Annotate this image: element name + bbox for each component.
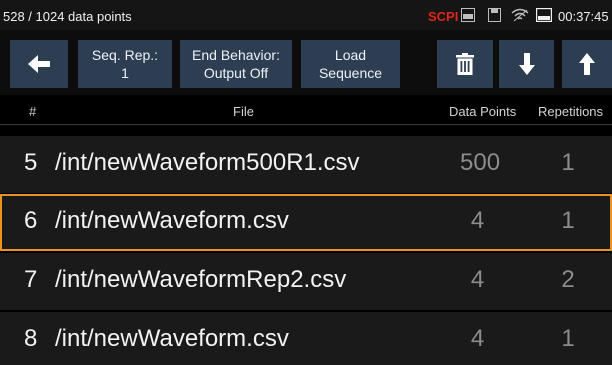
row-repetitions: 1: [561, 325, 575, 352]
end-behavior-label: End Behavior: Output Off: [192, 47, 280, 81]
arrow-left-icon: [28, 55, 50, 73]
header-divider: [0, 124, 612, 125]
load-sequence-button[interactable]: Load Sequence: [301, 40, 400, 88]
row-index: 5: [24, 149, 38, 176]
toolbar: Seq. Rep.: 1 End Behavior: Output Off Lo…: [0, 30, 612, 95]
column-header-index: #: [29, 104, 37, 119]
row-data-points: 500: [460, 149, 501, 176]
arrow-down-icon: [518, 53, 535, 75]
row-file: /int/newWaveform.csv: [55, 207, 289, 234]
table-row-selected[interactable]: 6 /int/newWaveform.csv 4 1: [0, 194, 612, 251]
end-behavior-button[interactable]: End Behavior: Output Off: [180, 40, 292, 88]
seq-rep-button[interactable]: Seq. Rep.: 1: [78, 40, 172, 88]
row-repetitions: 2: [561, 266, 575, 293]
load-sequence-label: Load Sequence: [318, 47, 383, 81]
table-row[interactable]: 7 /int/newWaveformRep2.csv 4 2: [0, 253, 612, 310]
table-header: # File Data Points Repetitions: [0, 100, 612, 124]
move-down-button[interactable]: [499, 40, 554, 88]
table-row[interactable]: 8 /int/newWaveform.csv 4 1: [0, 312, 612, 365]
row-index: 6: [24, 207, 38, 234]
scpi-indicator: SCPI: [428, 9, 459, 24]
row-data-points: 4: [470, 325, 485, 352]
row-repetitions: 1: [561, 207, 575, 234]
row-file: /int/newWaveformRep2.csv: [55, 266, 347, 293]
usb-icon: [536, 8, 552, 22]
row-data-points: 4: [470, 266, 485, 293]
row-index: 8: [24, 325, 38, 352]
row-file: /int/newWaveform500R1.csv: [55, 149, 360, 176]
column-header-data-points: Data Points: [449, 104, 517, 119]
arrow-up-icon: [579, 53, 595, 75]
row-file: /int/newWaveform.csv: [55, 325, 289, 352]
seq-rep-label: Seq. Rep.: 1: [91, 47, 159, 81]
column-header-repetitions: Repetitions: [538, 104, 604, 119]
data-points-status: 528 / 1024 data points: [3, 9, 132, 24]
log-icon: [461, 8, 475, 22]
status-bar: 528 / 1024 data points SCPI 00:37:45: [0, 0, 612, 30]
move-up-button[interactable]: [562, 40, 612, 88]
row-repetitions: 1: [561, 149, 575, 176]
column-header-file: File: [233, 104, 254, 119]
back-button[interactable]: [10, 40, 68, 88]
row-index: 7: [24, 266, 38, 293]
trash-icon: [456, 53, 474, 75]
row-data-points: 4: [470, 207, 485, 234]
delete-button[interactable]: [437, 40, 493, 88]
table-row[interactable]: 5 /int/newWaveform500R1.csv 500 1: [0, 136, 612, 193]
storage-icon: [488, 8, 501, 22]
clock: 00:37:45: [558, 9, 609, 24]
wifi-icon: [511, 8, 529, 22]
